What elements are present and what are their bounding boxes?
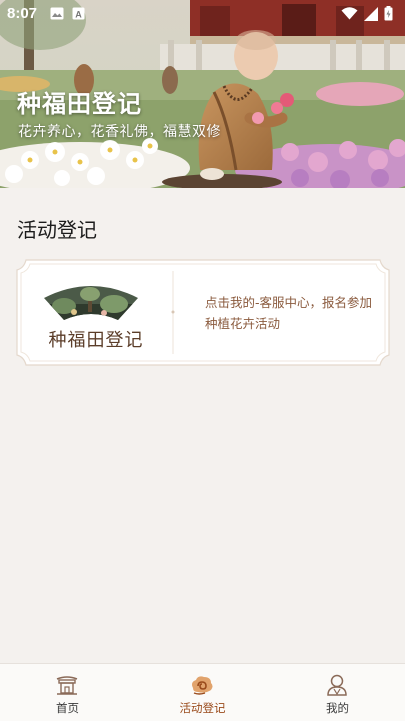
font-a-icon: A: [72, 7, 85, 20]
status-time: 8:07: [7, 5, 38, 22]
bottom-nav: 首页 活动登记 我的: [0, 663, 405, 721]
banner-subtitle: 花卉养心，花香礼佛，福慧双修: [18, 124, 221, 140]
nav-item-home[interactable]: 首页: [0, 664, 135, 721]
nav-label-home: 首页: [56, 701, 79, 715]
banner-title: 种福田登记: [17, 90, 142, 118]
hero-banner: 8:07 A 种福田登记 花卉养心，花香礼佛，福慧双修: [0, 0, 405, 188]
temple-home-icon: [56, 676, 78, 695]
cloud-swirl-icon: [192, 676, 213, 695]
section-title: 活动登记: [17, 218, 97, 242]
nav-item-profile[interactable]: 我的: [270, 664, 405, 721]
battery-icon: [384, 6, 393, 21]
nav-label-activity: 活动登记: [179, 701, 226, 715]
activity-card[interactable]: 种福田登记 点击我的-客服中心，报名参加种植花卉活动: [16, 259, 390, 366]
card-description: 点击我的-客服中心，报名参加种植花卉活动: [205, 295, 373, 331]
svg-text:A: A: [75, 9, 82, 19]
signal-icon: [364, 6, 378, 21]
status-bar: 8:07 A: [0, 0, 405, 28]
image-icon: [50, 7, 64, 20]
nav-label-profile: 我的: [326, 701, 349, 715]
wifi-icon: [341, 7, 358, 20]
nav-item-activity[interactable]: 活动登记: [135, 664, 270, 721]
monk-profile-icon: [327, 674, 347, 696]
card-left-panel: 种福田登记: [16, 259, 173, 366]
card-title: 种福田登记: [48, 330, 144, 351]
fan-image: [44, 286, 138, 320]
